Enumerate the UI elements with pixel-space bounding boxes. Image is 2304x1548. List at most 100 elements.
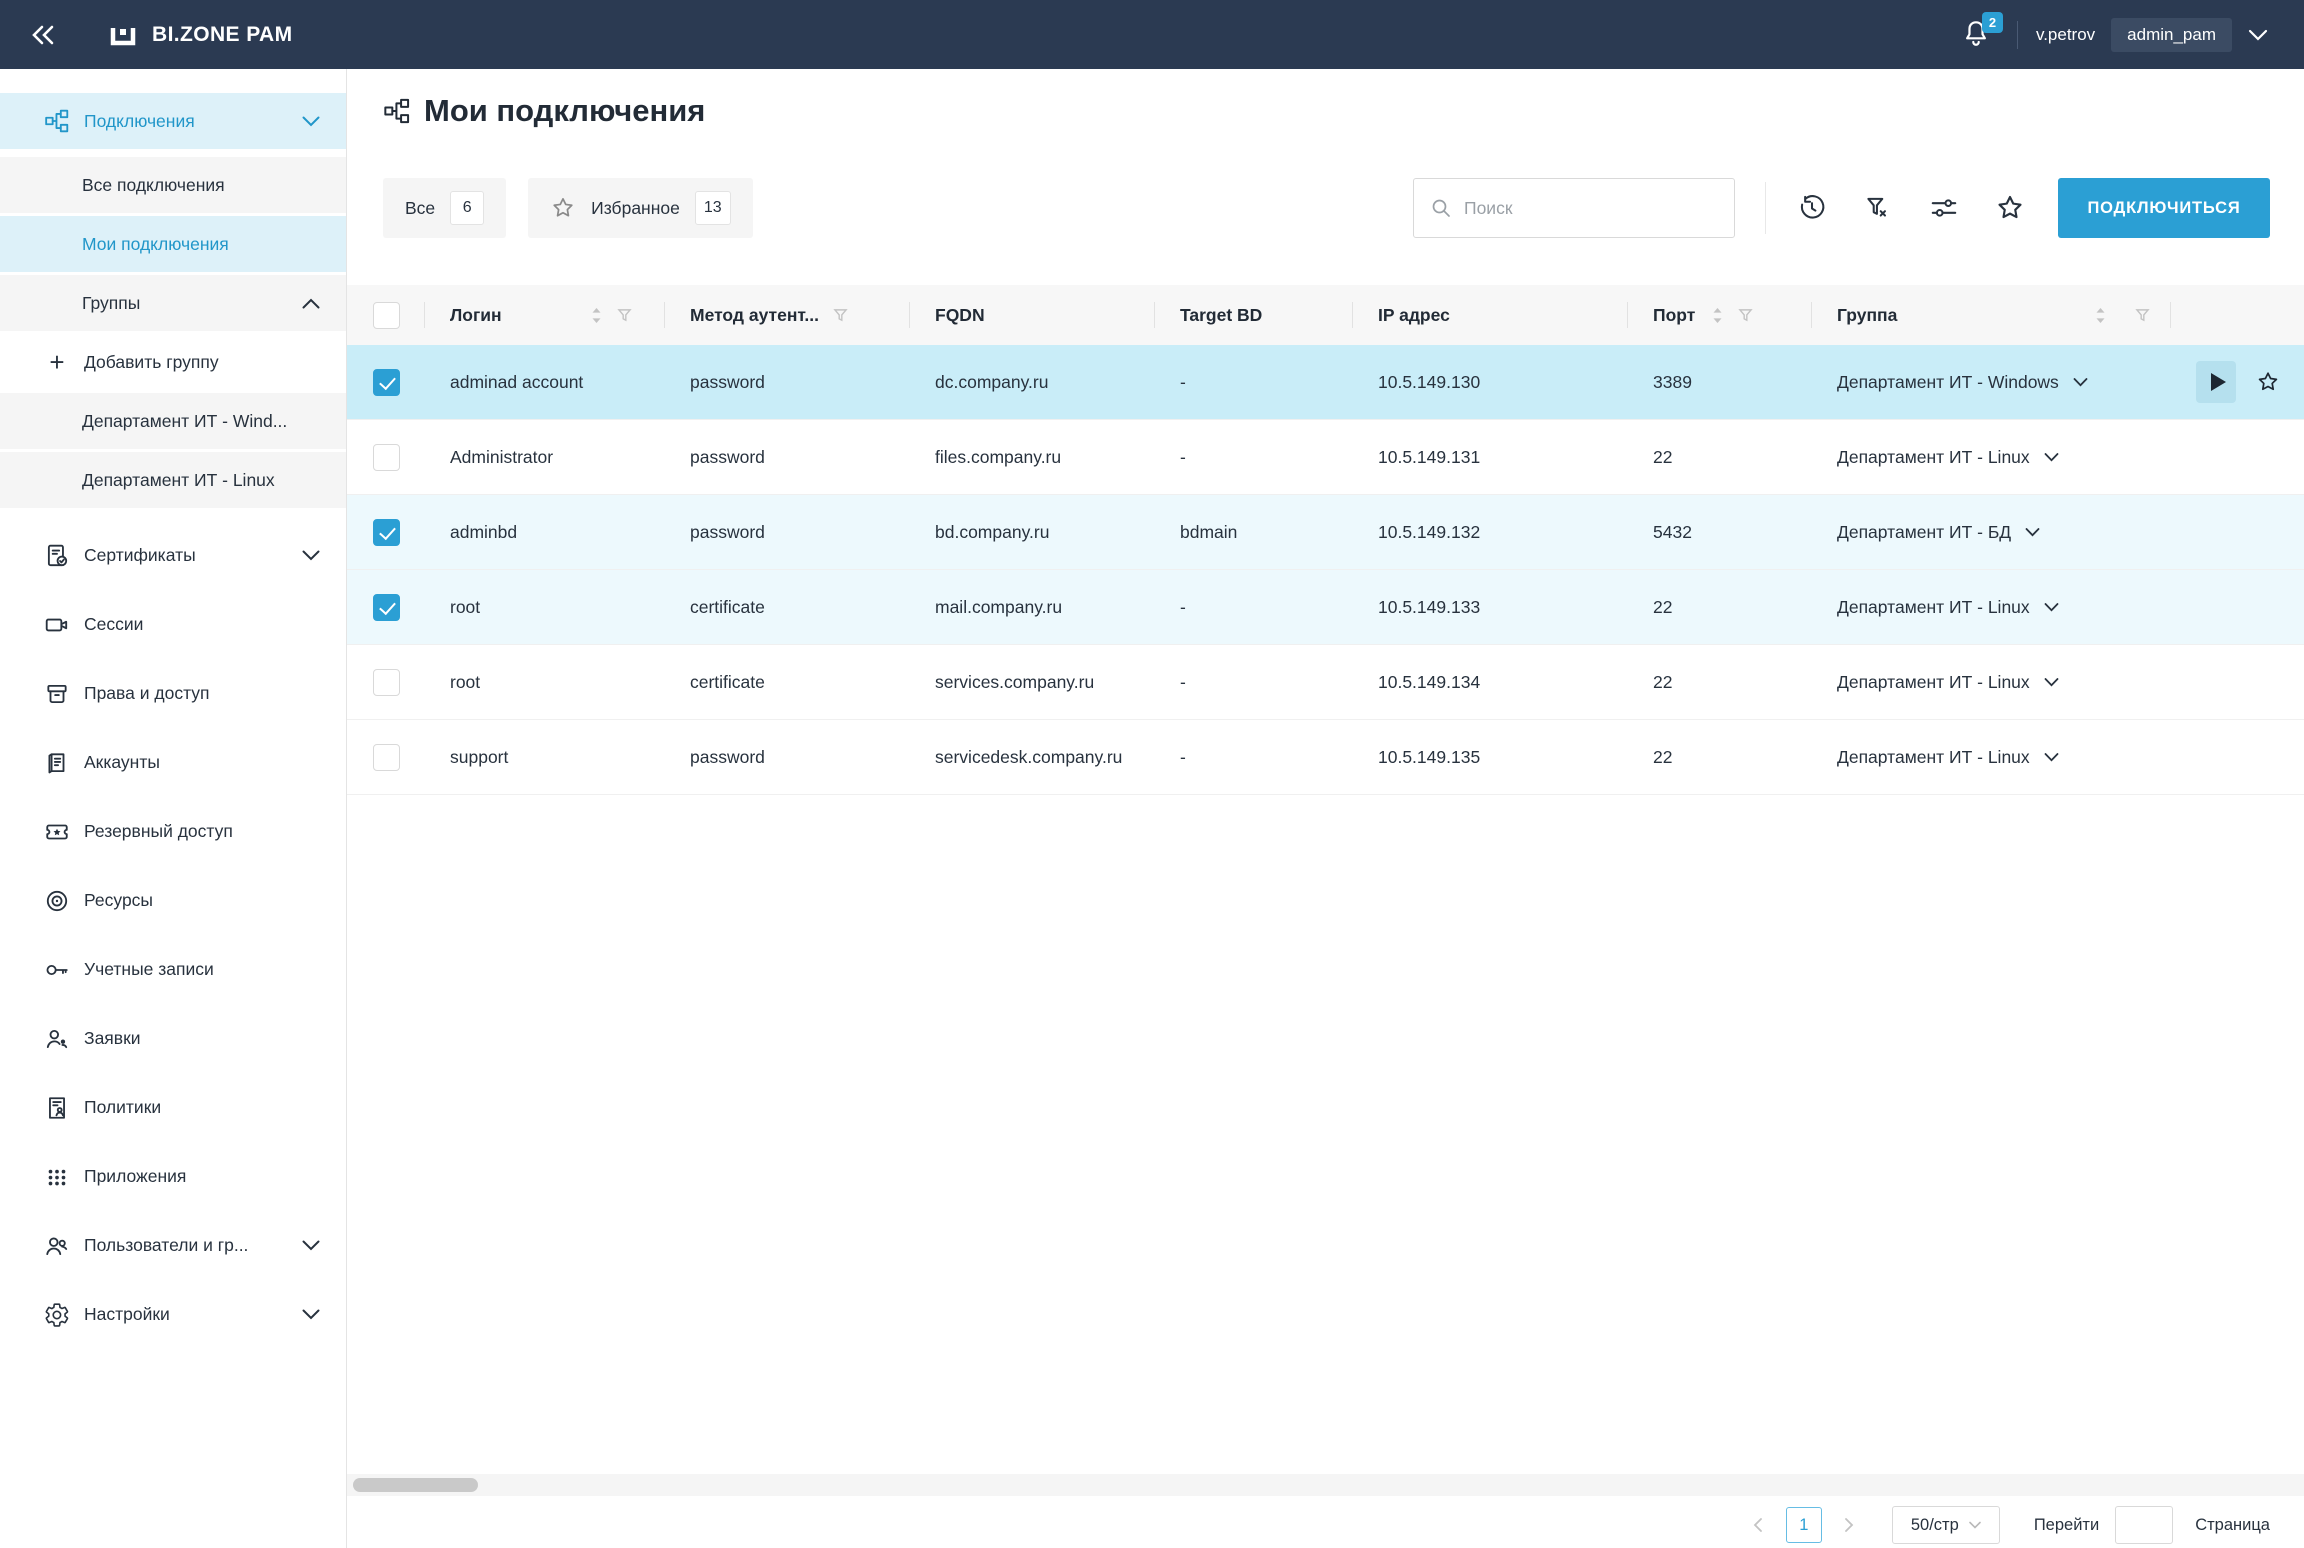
bizone-logo-icon <box>108 20 138 50</box>
person-plus-icon <box>46 1029 68 1048</box>
cell-port: 22 <box>1653 671 1673 692</box>
sidebar-item-certificates[interactable]: Сертификаты <box>0 521 346 590</box>
filter-icon[interactable] <box>616 308 632 323</box>
page-number-button[interactable]: 1 <box>1785 1507 1822 1543</box>
notifications-bell-icon[interactable]: 2 <box>1961 11 2003 52</box>
table-row[interactable]: Administrator password files.company.ru … <box>347 420 2304 495</box>
document-person-icon <box>49 1096 65 1119</box>
role-selector[interactable]: admin_pam <box>2111 17 2232 52</box>
certificate-icon <box>47 544 68 566</box>
sort-icon[interactable] <box>2094 307 2107 324</box>
chevron-down-icon <box>302 116 320 127</box>
row-checkbox[interactable] <box>373 743 400 771</box>
history-icon[interactable] <box>1796 192 1828 224</box>
sidebar-item-users-groups[interactable]: Пользователи и гр... <box>0 1211 346 1280</box>
filter-icon[interactable] <box>1738 308 1753 323</box>
cell-ip: 10.5.149.135 <box>1378 746 1481 767</box>
sidebar-item-all-connections[interactable]: Все подключения <box>0 157 346 213</box>
play-icon <box>2210 373 2226 391</box>
sidebar-item-settings[interactable]: Настройки <box>0 1280 346 1349</box>
connect-play-button[interactable] <box>2196 361 2236 403</box>
topbar: BI.ZONE PAM 2 v.petrov admin_pam <box>0 0 2304 69</box>
sidebar-item-my-connections[interactable]: Мои подключения <box>0 216 346 272</box>
page-title: Мои подключения <box>424 93 706 128</box>
sidebar-item-reserve-access[interactable]: Резервный доступ <box>0 797 346 866</box>
all-count-badge: 6 <box>450 191 485 225</box>
cell-target-bd: - <box>1180 446 1186 467</box>
toolbar-divider <box>1765 182 1766 234</box>
group-dropdown-chevron-icon[interactable] <box>2044 602 2059 612</box>
sort-icon[interactable] <box>1711 307 1724 324</box>
sidebar-item-groups[interactable]: Группы <box>0 275 346 331</box>
select-all-checkbox[interactable] <box>373 301 400 329</box>
archive-box-icon <box>47 684 67 703</box>
table-row[interactable]: adminbd password bd.company.ru bdmain 10… <box>347 495 2304 570</box>
cell-fqdn: files.company.ru <box>935 446 1062 467</box>
chevron-down-icon <box>302 1240 320 1251</box>
row-checkbox[interactable] <box>373 368 400 396</box>
chevron-down-icon <box>302 1309 320 1320</box>
table-row[interactable]: adminad account password dc.company.ru -… <box>347 345 2304 420</box>
goto-page-input[interactable] <box>2115 1506 2174 1544</box>
page-size-select[interactable]: 50/стр <box>1891 1506 2000 1544</box>
cell-group: Департамент ИТ - Windows <box>1837 371 2059 392</box>
cell-auth-method: certificate <box>690 596 765 617</box>
prev-page-icon[interactable] <box>1746 1513 1770 1537</box>
sidebar-item-credentials[interactable]: Учетные записи <box>0 935 346 1004</box>
sidebar-item-connections[interactable]: Подключения <box>0 93 346 149</box>
favorite-star-icon[interactable] <box>2256 370 2280 394</box>
key-icon <box>46 964 68 975</box>
filter-icon[interactable] <box>2135 308 2150 323</box>
filter-chip-favorites[interactable]: Избранное 13 <box>528 178 753 238</box>
filter-icon[interactable] <box>833 308 848 323</box>
page-head: Мои подключения <box>383 93 705 129</box>
row-checkbox[interactable] <box>373 593 400 621</box>
sidebar-item-requests[interactable]: Заявки <box>0 1004 346 1073</box>
clear-filters-icon[interactable] <box>1862 192 1894 224</box>
group-dropdown-chevron-icon[interactable] <box>2044 452 2059 462</box>
cell-ip: 10.5.149.132 <box>1378 521 1481 542</box>
sidebar-item-add-group[interactable]: + Добавить группу <box>0 334 346 390</box>
table-row[interactable]: root certificate services.company.ru - 1… <box>347 645 2304 720</box>
cell-target-bd: - <box>1180 746 1186 767</box>
cell-ip: 10.5.149.133 <box>1378 596 1481 617</box>
group-dropdown-chevron-icon[interactable] <box>2073 377 2088 387</box>
settings-sliders-icon[interactable] <box>1928 192 1960 224</box>
group-dropdown-chevron-icon[interactable] <box>2025 527 2040 537</box>
apps-grid-icon <box>48 1169 66 1185</box>
search-input[interactable] <box>1464 197 1718 219</box>
group-dropdown-chevron-icon[interactable] <box>2044 677 2059 687</box>
connect-button[interactable]: ПОДКЛЮЧИТЬСЯ <box>2058 178 2270 238</box>
goto-label: Перейти <box>2033 1515 2100 1534</box>
scrollbar-thumb[interactable] <box>353 1478 478 1492</box>
sidebar-item-rights-access[interactable]: Права и доступ <box>0 659 346 728</box>
row-checkbox[interactable] <box>373 443 400 471</box>
sidebar-item-group-it-windows[interactable]: Департамент ИТ - Wind... <box>0 393 346 449</box>
sidebar-item-group-it-linux[interactable]: Департамент ИТ - Linux <box>0 452 346 508</box>
favorites-count-badge: 13 <box>694 191 731 225</box>
sidebar-collapse-icon[interactable] <box>26 18 60 52</box>
search-box <box>1413 178 1735 238</box>
sidebar-item-resources[interactable]: Ресурсы <box>0 866 346 935</box>
filter-chip-all[interactable]: Все 6 <box>383 178 507 238</box>
sidebar-item-sessions[interactable]: Сессии <box>0 590 346 659</box>
page-label: Страница <box>2195 1515 2270 1534</box>
row-checkbox[interactable] <box>373 668 400 696</box>
table-row[interactable]: root certificate mail.company.ru - 10.5.… <box>347 570 2304 645</box>
cell-group: Департамент ИТ - Linux <box>1837 746 2030 767</box>
sidebar-item-policies[interactable]: Политики <box>0 1073 346 1142</box>
horizontal-scrollbar[interactable] <box>347 1474 2304 1496</box>
row-checkbox[interactable] <box>373 518 400 546</box>
sidebar-item-accounts[interactable]: Аккаунты <box>0 728 346 797</box>
search-icon <box>1432 199 1450 217</box>
next-page-icon[interactable] <box>1838 1513 1862 1537</box>
user-menu-chevron-icon[interactable] <box>2248 29 2268 41</box>
sidebar-item-applications[interactable]: Приложения <box>0 1142 346 1211</box>
group-dropdown-chevron-icon[interactable] <box>2044 752 2059 762</box>
video-camera-icon <box>45 618 68 631</box>
cell-group: Департамент ИТ - БД <box>1837 521 2012 542</box>
table-row[interactable]: support password servicedesk.company.ru … <box>347 720 2304 795</box>
cell-port: 22 <box>1653 746 1673 767</box>
sort-icon[interactable] <box>590 307 603 324</box>
favorite-star-icon[interactable] <box>1994 192 2026 224</box>
